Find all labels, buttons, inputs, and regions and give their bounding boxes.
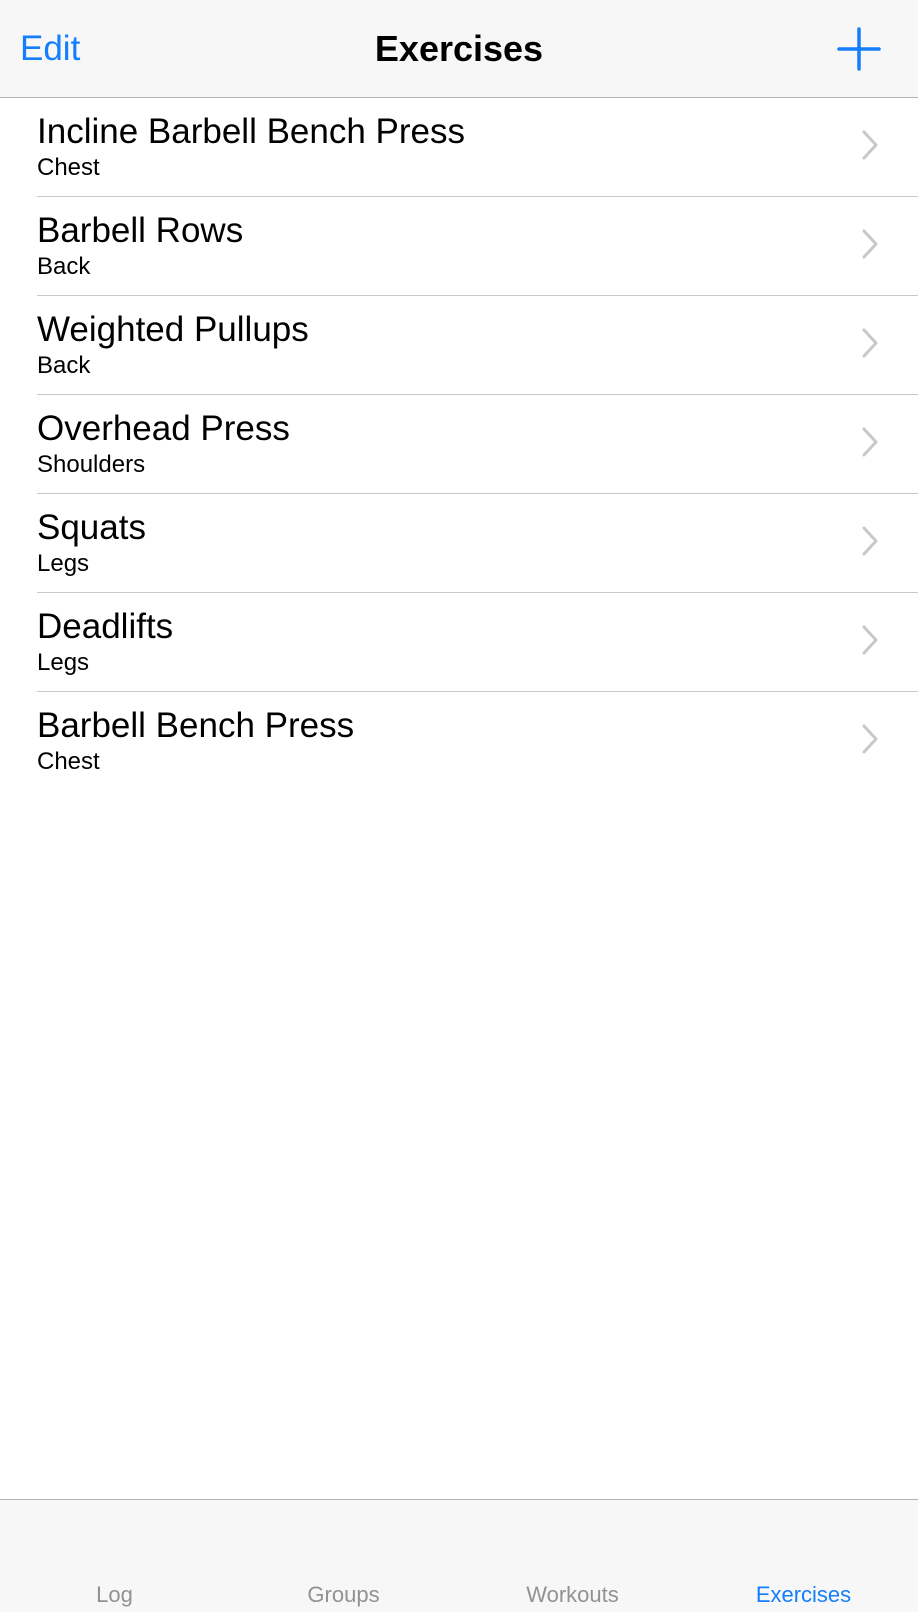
tab-workouts[interactable]: Workouts — [458, 1500, 687, 1612]
exercise-muscle-group: Chest — [37, 748, 100, 775]
edit-button[interactable]: Edit — [20, 0, 80, 98]
plus-icon — [837, 27, 881, 71]
exercise-name: Deadlifts — [37, 607, 174, 646]
tab-exercises[interactable]: Exercises — [689, 1500, 918, 1612]
list-item[interactable]: Incline Barbell Bench Press Chest — [0, 98, 918, 197]
tab-bar: Log Groups Workouts Exercises — [0, 1499, 918, 1612]
exercise-muscle-group: Shoulders — [37, 451, 146, 478]
list-item[interactable]: Deadlifts Legs — [0, 593, 918, 692]
list-item[interactable]: Weighted Pullups Back — [0, 296, 918, 395]
list-item[interactable]: Squats Legs — [0, 494, 918, 593]
tab-label: Exercises — [755, 1582, 852, 1607]
chevron-right-icon — [861, 724, 879, 754]
exercise-name: Overhead Press — [37, 409, 290, 448]
tab-groups[interactable]: Groups — [229, 1500, 458, 1612]
add-exercise-button[interactable] — [836, 26, 882, 72]
exercise-name: Barbell Rows — [37, 211, 244, 250]
list-item[interactable]: Barbell Bench Press Chest — [0, 692, 918, 791]
list-item[interactable]: Overhead Press Shoulders — [0, 395, 918, 494]
chevron-right-icon — [861, 427, 879, 457]
exercise-name: Weighted Pullups — [37, 310, 309, 349]
tab-log[interactable]: Log — [0, 1500, 229, 1612]
list-item[interactable]: Barbell Rows Back — [0, 197, 918, 296]
exercise-name: Squats — [37, 508, 146, 547]
exercise-name: Incline Barbell Bench Press — [37, 112, 465, 151]
exercise-muscle-group: Back — [37, 253, 91, 280]
chevron-right-icon — [861, 526, 879, 556]
page-title: Exercises — [374, 28, 544, 69]
exercise-name: Barbell Bench Press — [37, 706, 355, 745]
chevron-right-icon — [861, 229, 879, 259]
exercise-list: Incline Barbell Bench Press Chest Barbel… — [0, 98, 918, 791]
exercise-muscle-group: Chest — [37, 154, 100, 181]
tab-label: Workouts — [526, 1582, 619, 1607]
navigation-bar: Edit Exercises — [0, 0, 918, 98]
exercise-muscle-group: Legs — [37, 649, 90, 676]
chevron-right-icon — [861, 328, 879, 358]
exercise-muscle-group: Legs — [37, 550, 90, 577]
exercise-muscle-group: Back — [37, 352, 91, 379]
tab-label: Log — [96, 1582, 133, 1607]
chevron-right-icon — [861, 625, 879, 655]
chevron-right-icon — [861, 130, 879, 160]
tab-label: Groups — [307, 1582, 380, 1607]
